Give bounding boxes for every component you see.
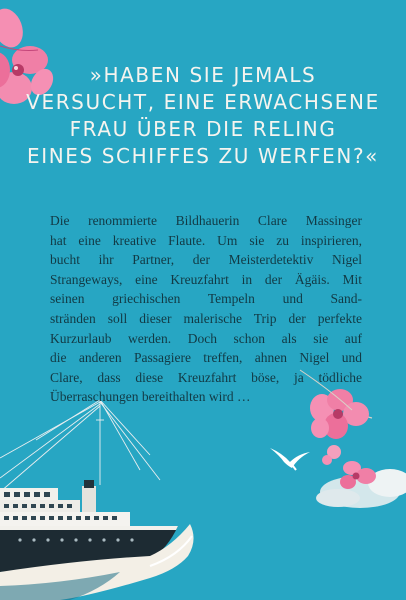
quote-line: VERSUCHT, EINE ERWACHSENE: [26, 90, 380, 114]
blurb-line: die anderen Passagiere treffen, ahnen Ni…: [50, 350, 362, 366]
blurb-line: Kurzurlaub werden. Doch schon als sie au…: [50, 330, 362, 346]
back-cover: »HABEN SIE JEMALS VERSUCHT, EINE ERWACHS…: [0, 0, 406, 600]
seagull-icon: [270, 448, 310, 471]
cover-quote: »HABEN SIE JEMALS VERSUCHT, EINE ERWACHS…: [10, 62, 396, 170]
blurb-text: Die renommierte Bildhauerin Clare Massin…: [50, 211, 362, 407]
blurb-line: bucht ihr Partner, der Meisterdetektiv N…: [50, 252, 362, 268]
blurb-line: Strangeways, eine Kreuzfahrt in der Ägäi…: [50, 271, 362, 287]
quote-line: FRAU ÜBER DIE RELING: [69, 117, 337, 141]
blurb-line: Die renommierte Bildhauerin Clare Massin…: [50, 213, 362, 228]
blurb-line: hat eine kreative Flaute. Um sie zu insp…: [50, 232, 362, 248]
blurb-line: stränden soll dieser malerische Trip der…: [50, 310, 362, 326]
blurb-line: Überraschungen bereithalten wird …: [50, 389, 251, 405]
quote-line: EINES SCHIFFES ZU WERFEN?«: [26, 144, 380, 168]
blurb-line: Clare, dass diese Kreuzfahrt böse, ja tö…: [50, 369, 362, 385]
quote-line: »HABEN SIE JEMALS: [89, 63, 317, 87]
blurb-line: seinen griechischen Tempeln und Sand-: [50, 291, 362, 307]
ship-illustration: [0, 399, 178, 572]
